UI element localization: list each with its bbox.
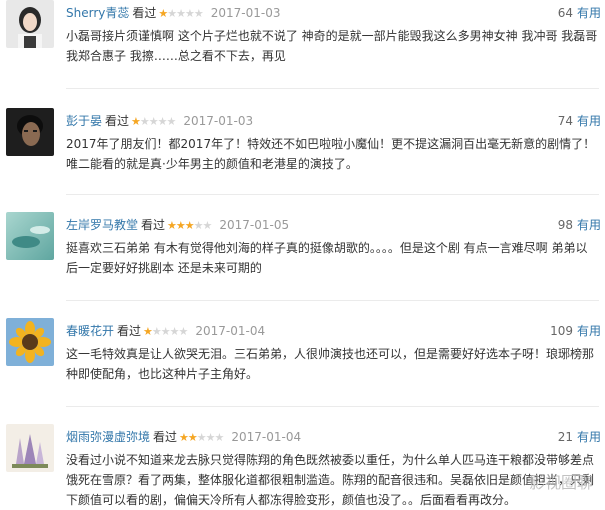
divider — [66, 194, 599, 195]
review-date: 2017-01-05 — [219, 218, 290, 232]
username-link[interactable]: 春暖花开 — [66, 324, 114, 338]
vote-count: 64 — [557, 6, 573, 20]
review-text: 挺喜欢三石弟弟 有木有觉得他刘海的样子真的挺像胡歌的。。。。但是这个剧 有点一言… — [66, 241, 588, 275]
review-date: 2017-01-04 — [231, 430, 302, 444]
watched-label: 看过 — [141, 218, 166, 232]
rating-stars: ★★★★★ — [143, 325, 188, 338]
watched-label: 看过 — [117, 324, 142, 338]
watermark: 影视圈聊 — [528, 473, 593, 492]
username-link[interactable]: 左岸罗马教堂 — [66, 218, 138, 232]
username-link[interactable]: Sherry青蕊 — [66, 6, 129, 20]
review-date: 2017-01-04 — [195, 324, 266, 338]
watched-label: 看过 — [105, 114, 130, 128]
divider — [66, 300, 599, 301]
avatar[interactable] — [6, 424, 54, 472]
rating-stars: ★★★★★ — [131, 115, 176, 128]
username-link[interactable]: 彭于晏 — [66, 114, 102, 128]
username-link[interactable]: 烟雨弥漫虚弥境 — [66, 430, 150, 444]
vote-count: 74 — [557, 114, 573, 128]
vote-count: 98 — [557, 218, 573, 232]
review-text: 没看过小说不知道来龙去脉只觉得陈翔的角色既然被委以重任，为什么单人匹马连干粮都没… — [66, 453, 595, 507]
useful-button[interactable]: 有用 — [577, 430, 601, 444]
vote-count: 21 — [557, 430, 573, 444]
review-meta: 彭于晏 看过 ★★★★★ 2017-01-03 — [66, 112, 253, 131]
useful-votes: 98 有用 — [558, 216, 601, 234]
review-date: 2017-01-03 — [210, 6, 281, 20]
watched-label: 看过 — [132, 6, 157, 20]
useful-votes: 21 有用 — [558, 428, 601, 446]
divider — [66, 406, 599, 407]
watched-label: 看过 — [153, 430, 178, 444]
review-date: 2017-01-03 — [183, 114, 254, 128]
review-text: 这一毛特效真是让人欲哭无泪。三石弟弟，人很帅演技也还可以，但是需要好好选本子呀！… — [66, 347, 595, 381]
rating-stars: ★★★★★ — [179, 431, 224, 444]
review-text: 小磊哥接片须谨慎啊 这个片子烂也就不说了 神奇的是就一部片能毁我这么多男神女神 … — [66, 29, 598, 63]
avatar[interactable] — [6, 108, 54, 156]
rating-stars: ★★★★★ — [158, 7, 203, 20]
review-meta: 春暖花开 看过 ★★★★★ 2017-01-04 — [66, 322, 265, 341]
rating-stars: ★★★★★ — [167, 219, 212, 232]
avatar[interactable] — [6, 212, 54, 260]
divider — [66, 88, 599, 89]
review-text: 2017年了朋友们！都2017年了！特效还不如巴啦啦小魔仙！更不提这漏洞百出毫无… — [66, 137, 596, 171]
useful-votes: 109 有用 — [550, 322, 601, 340]
useful-button[interactable]: 有用 — [577, 6, 601, 20]
useful-button[interactable]: 有用 — [577, 218, 601, 232]
useful-button[interactable]: 有用 — [577, 324, 601, 338]
useful-votes: 74 有用 — [558, 112, 601, 130]
useful-button[interactable]: 有用 — [577, 114, 601, 128]
avatar[interactable] — [6, 0, 54, 48]
useful-votes: 64 有用 — [558, 4, 601, 22]
review-meta: 烟雨弥漫虚弥境 看过 ★★★★★ 2017-01-04 — [66, 428, 301, 447]
review-meta: 左岸罗马教堂 看过 ★★★★★ 2017-01-05 — [66, 216, 289, 235]
avatar[interactable] — [6, 318, 54, 366]
review-meta: Sherry青蕊 看过 ★★★★★ 2017-01-03 — [66, 4, 280, 23]
vote-count: 109 — [550, 324, 573, 338]
